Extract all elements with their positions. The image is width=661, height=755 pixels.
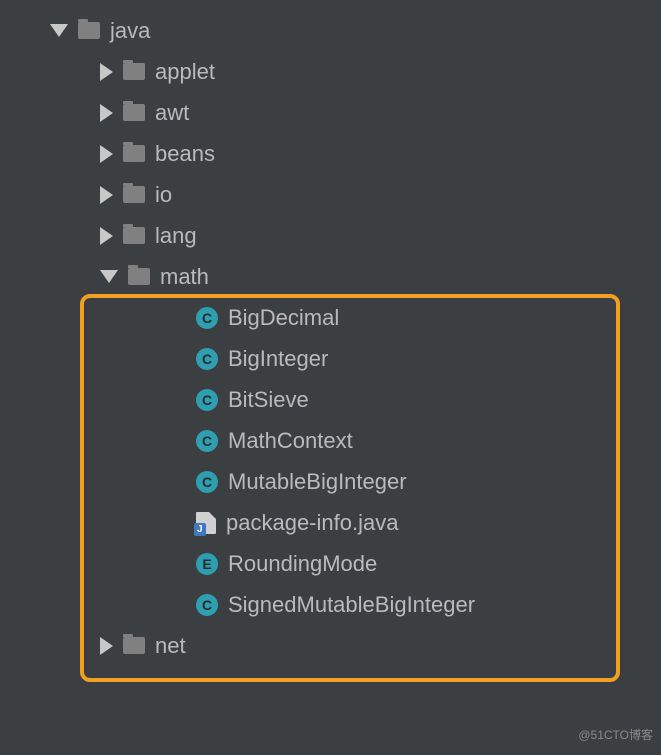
class-label: MathContext: [228, 428, 353, 454]
chevron-right-icon: [100, 637, 113, 655]
enum-icon: E: [196, 553, 218, 575]
tree-enum-roundingmode[interactable]: E RoundingMode: [0, 543, 661, 584]
tree-folder-io[interactable]: io: [0, 174, 661, 215]
tree-class-bitsieve[interactable]: C BitSieve: [0, 379, 661, 420]
class-label: BigDecimal: [228, 305, 339, 331]
package-tree: java applet awt beans io lang math C Big…: [0, 0, 661, 666]
folder-label: java: [110, 18, 150, 44]
class-label: SignedMutableBigInteger: [228, 592, 475, 618]
folder-icon: [123, 145, 145, 162]
class-label: BitSieve: [228, 387, 309, 413]
tree-file-package-info[interactable]: package-info.java: [0, 502, 661, 543]
tree-class-mutablebiginteger[interactable]: C MutableBigInteger: [0, 461, 661, 502]
tree-folder-lang[interactable]: lang: [0, 215, 661, 256]
tree-class-biginteger[interactable]: C BigInteger: [0, 338, 661, 379]
class-icon: C: [196, 594, 218, 616]
class-icon: C: [196, 307, 218, 329]
chevron-down-icon: [50, 24, 68, 37]
tree-folder-math[interactable]: math: [0, 256, 661, 297]
tree-class-signedmutablebiginteger[interactable]: C SignedMutableBigInteger: [0, 584, 661, 625]
class-icon: C: [196, 471, 218, 493]
chevron-right-icon: [100, 186, 113, 204]
watermark: @51CTO博客: [578, 726, 653, 743]
chevron-right-icon: [100, 145, 113, 163]
tree-folder-awt[interactable]: awt: [0, 92, 661, 133]
chevron-right-icon: [100, 63, 113, 81]
folder-label: net: [155, 633, 186, 659]
java-file-icon: [196, 512, 216, 534]
folder-label: beans: [155, 141, 215, 167]
class-icon: C: [196, 348, 218, 370]
folder-icon: [123, 63, 145, 80]
class-icon: C: [196, 389, 218, 411]
file-label: package-info.java: [226, 510, 398, 536]
chevron-right-icon: [100, 227, 113, 245]
chevron-right-icon: [100, 104, 113, 122]
enum-label: RoundingMode: [228, 551, 377, 577]
class-icon: C: [196, 430, 218, 452]
chevron-down-icon: [100, 270, 118, 283]
tree-class-mathcontext[interactable]: C MathContext: [0, 420, 661, 461]
folder-label: lang: [155, 223, 197, 249]
folder-icon: [123, 637, 145, 654]
tree-folder-beans[interactable]: beans: [0, 133, 661, 174]
folder-icon: [128, 268, 150, 285]
folder-label: awt: [155, 100, 189, 126]
folder-icon: [123, 104, 145, 121]
folder-icon: [78, 22, 100, 39]
folder-icon: [123, 227, 145, 244]
folder-label: math: [160, 264, 209, 290]
class-label: BigInteger: [228, 346, 328, 372]
folder-label: applet: [155, 59, 215, 85]
tree-class-bigdecimal[interactable]: C BigDecimal: [0, 297, 661, 338]
tree-folder-net[interactable]: net: [0, 625, 661, 666]
class-label: MutableBigInteger: [228, 469, 407, 495]
folder-label: io: [155, 182, 172, 208]
folder-icon: [123, 186, 145, 203]
tree-folder-java[interactable]: java: [0, 10, 661, 51]
tree-folder-applet[interactable]: applet: [0, 51, 661, 92]
